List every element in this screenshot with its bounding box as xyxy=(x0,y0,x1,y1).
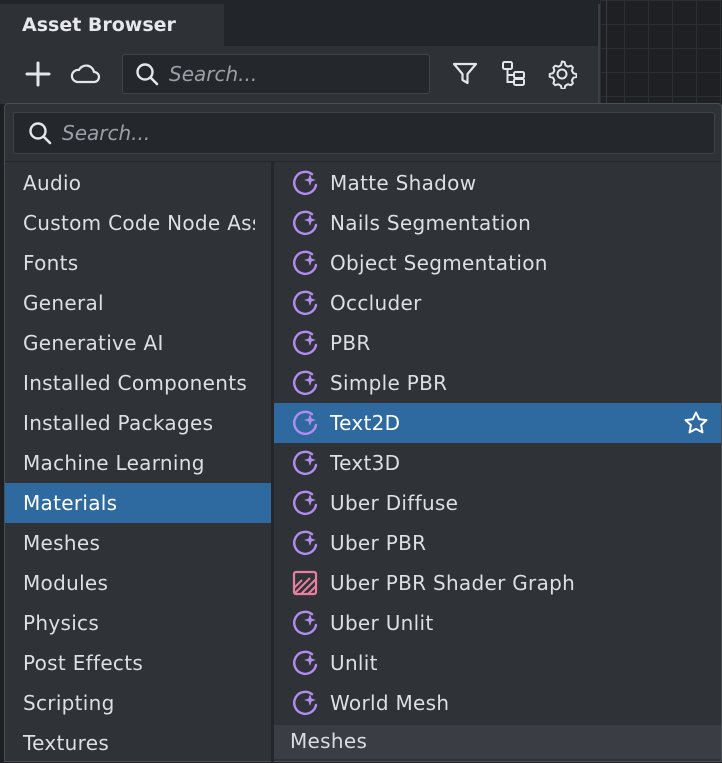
material-item-label: Uber Unlit xyxy=(330,611,434,635)
category-item-custom-code-node-assets[interactable]: Custom Code Node Assets xyxy=(5,203,255,243)
category-item-audio[interactable]: Audio xyxy=(5,163,255,203)
category-item-installed-components[interactable]: Installed Components xyxy=(5,363,255,403)
material-sparkle-icon xyxy=(290,368,320,398)
search-icon xyxy=(29,122,52,145)
asset-search-input[interactable]: Search... xyxy=(122,54,430,94)
material-item-text2d[interactable]: Text2D xyxy=(274,403,721,443)
material-item-label: Object Segmentation xyxy=(330,251,548,275)
category-list: Audio Custom Code Node Assets Fonts Gene… xyxy=(5,163,271,763)
material-item-label: Unlit xyxy=(330,651,378,675)
material-item-uber-diffuse[interactable]: Uber Diffuse xyxy=(274,483,721,523)
material-item-label: Uber PBR xyxy=(330,531,427,555)
category-item-installed-packages[interactable]: Installed Packages xyxy=(5,403,255,443)
material-item-pbr[interactable]: PBR xyxy=(274,323,721,363)
material-sparkle-icon xyxy=(290,528,320,558)
search-placeholder: Search... xyxy=(169,62,258,86)
material-item-world-mesh[interactable]: World Mesh xyxy=(274,683,721,723)
material-item-matte-shadow[interactable]: Matte Shadow xyxy=(274,163,721,203)
material-sparkle-icon xyxy=(290,648,320,678)
filter-icon[interactable] xyxy=(448,57,482,91)
plus-icon[interactable] xyxy=(21,57,55,91)
material-sparkle-icon xyxy=(290,288,320,318)
material-item-label: Matte Shadow xyxy=(330,171,477,195)
category-item-general[interactable]: General xyxy=(5,283,255,323)
material-item-label: Text3D xyxy=(330,451,401,475)
category-item-meshes[interactable]: Meshes xyxy=(5,523,255,563)
category-item-machine-learning[interactable]: Machine Learning xyxy=(5,443,255,483)
search-placeholder: Search... xyxy=(62,121,151,145)
gear-icon[interactable] xyxy=(545,57,579,91)
tab-label: Asset Browser xyxy=(22,14,176,36)
cloud-icon[interactable] xyxy=(68,57,102,91)
panel-edge xyxy=(598,4,600,104)
material-item-label: Simple PBR xyxy=(330,371,448,395)
material-list: Matte Shadow Nails Segmentation Object Seg… xyxy=(274,163,721,763)
material-item-label: Uber Diffuse xyxy=(330,491,459,515)
shader-graph-icon xyxy=(290,568,320,598)
material-item-nails-segmentation[interactable]: Nails Segmentation xyxy=(274,203,721,243)
material-item-label: Uber PBR Shader Graph xyxy=(330,571,576,595)
material-sparkle-icon xyxy=(290,688,320,718)
hierarchy-icon[interactable] xyxy=(497,57,531,91)
material-item-label: World Mesh xyxy=(330,691,450,715)
material-item-uber-pbr-shader-graph[interactable]: Uber PBR Shader Graph xyxy=(274,563,721,603)
category-item-textures[interactable]: Textures xyxy=(5,723,255,763)
material-item-uber-unlit[interactable]: Uber Unlit xyxy=(274,603,721,643)
material-sparkle-icon xyxy=(290,448,320,478)
category-item-modules[interactable]: Modules xyxy=(5,563,255,603)
category-item-scripting[interactable]: Scripting xyxy=(5,683,255,723)
popup-search-input[interactable]: Search... xyxy=(13,112,715,154)
material-item-simple-pbr[interactable]: Simple PBR xyxy=(274,363,721,403)
divider xyxy=(5,161,721,162)
material-sparkle-icon xyxy=(290,408,320,438)
material-item-label: Text2D xyxy=(330,411,401,435)
panel-divider xyxy=(606,0,607,104)
category-item-physics[interactable]: Physics xyxy=(5,603,255,643)
material-sparkle-icon xyxy=(290,168,320,198)
tab-strip: Asset Browser xyxy=(0,0,600,46)
material-item-occluder[interactable]: Occluder xyxy=(274,283,721,323)
material-item-label: PBR xyxy=(330,331,371,355)
material-item-label: Occluder xyxy=(330,291,422,315)
material-item-unlit[interactable]: Unlit xyxy=(274,643,721,683)
material-item-label: Nails Segmentation xyxy=(330,211,532,235)
material-sparkle-icon xyxy=(290,608,320,638)
category-item-post-effects[interactable]: Post Effects xyxy=(5,643,255,683)
tab-asset-browser[interactable]: Asset Browser xyxy=(0,4,224,46)
material-item-object-segmentation[interactable]: Object Segmentation xyxy=(274,243,721,283)
category-item-materials[interactable]: Materials xyxy=(5,483,271,523)
viewport-grid xyxy=(600,0,722,104)
star-icon[interactable] xyxy=(683,410,709,436)
section-header-meshes[interactable]: Meshes xyxy=(274,725,721,759)
material-sparkle-icon xyxy=(290,248,320,278)
search-icon xyxy=(136,63,159,86)
asset-browser-panel: Asset Browser Search... xyxy=(0,0,600,104)
material-sparkle-icon xyxy=(290,488,320,518)
material-sparkle-icon xyxy=(290,328,320,358)
material-item-text3d[interactable]: Text3D xyxy=(274,443,721,483)
asset-type-popup: Search... Audio Custom Code Node Assets … xyxy=(4,103,722,763)
category-item-generative-ai[interactable]: Generative AI xyxy=(5,323,255,363)
material-item-uber-pbr[interactable]: Uber PBR xyxy=(274,523,721,563)
material-sparkle-icon xyxy=(290,208,320,238)
category-item-fonts[interactable]: Fonts xyxy=(5,243,255,283)
